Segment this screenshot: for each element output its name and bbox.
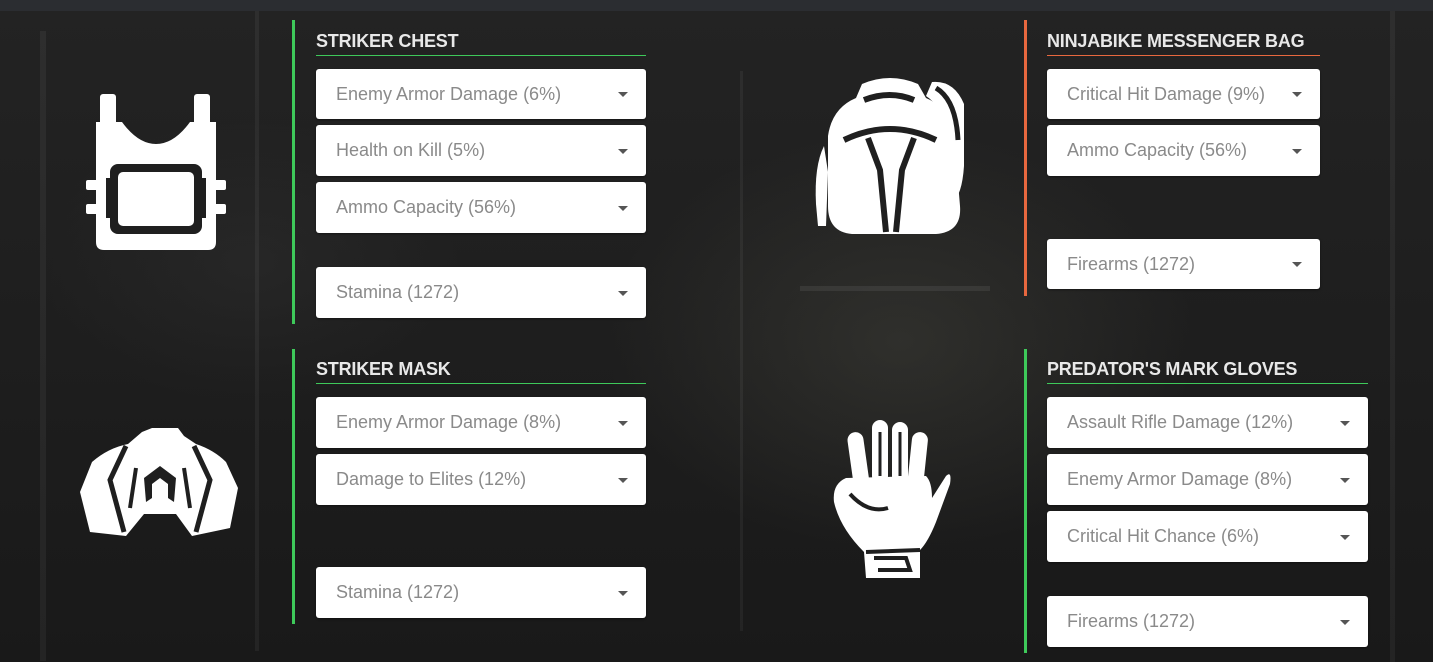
mask-slot-2-value: Damage to Elites (12%) xyxy=(336,469,527,489)
mask-slot-1-dropdown[interactable]: Enemy Armor Damage (8%) xyxy=(316,397,646,448)
chest-slot-3-dropdown[interactable]: Ammo Capacity (56%) xyxy=(316,182,646,233)
gloves-slot-2-value: Enemy Armor Damage (8%) xyxy=(1067,469,1293,489)
chevron-down-icon xyxy=(1292,92,1302,97)
mask-icon xyxy=(80,428,238,536)
chevron-down-icon xyxy=(618,205,628,211)
gloves-slot-2-dropdown[interactable]: Enemy Armor Damage (8%) xyxy=(1047,454,1368,505)
chest-title-underline xyxy=(316,55,646,56)
gloves-slot-1-value: Assault Rifle Damage (12%) xyxy=(1067,412,1294,432)
chevron-down-icon xyxy=(1292,262,1302,267)
backpack-slot-2-value: Ammo Capacity (56%) xyxy=(1067,140,1248,160)
gloves-attribute-dropdown[interactable]: Firearms (1272) xyxy=(1047,596,1368,647)
chest-accent-bar xyxy=(292,20,295,324)
mask-title-underline xyxy=(316,383,646,384)
mask-title: STRIKER MASK xyxy=(316,359,451,379)
chest-attribute-value: Stamina (1272) xyxy=(336,282,460,302)
chevron-down-icon xyxy=(618,148,628,154)
chevron-down-icon xyxy=(1340,619,1350,625)
chest-slot-3-value: Ammo Capacity (56%) xyxy=(336,197,517,217)
backpack-title-underline xyxy=(1047,55,1320,56)
mask-slot-1-value: Enemy Armor Damage (8%) xyxy=(336,412,562,432)
gloves-slot-3-dropdown[interactable]: Critical Hit Chance (6%) xyxy=(1047,511,1368,562)
chevron-down-icon xyxy=(618,590,628,596)
mask-attribute-value: Stamina (1272) xyxy=(336,582,460,602)
backpack-slot-2-dropdown[interactable]: Ammo Capacity (56%) xyxy=(1047,125,1320,176)
mask-slot-2-dropdown[interactable]: Damage to Elites (12%) xyxy=(316,454,646,505)
chest-slot-2-dropdown[interactable]: Health on Kill (5%) xyxy=(316,125,646,176)
chest-slot-1-dropdown[interactable]: Enemy Armor Damage (6%) xyxy=(316,69,646,119)
gloves-accent-bar xyxy=(1024,349,1027,653)
chevron-down-icon xyxy=(618,477,628,483)
gloves-slot-1-dropdown[interactable]: Assault Rifle Damage (12%) xyxy=(1047,397,1368,448)
chevron-down-icon xyxy=(1340,477,1350,483)
gloves-slot-3-value: Critical Hit Chance (6%) xyxy=(1067,526,1260,546)
chevron-down-icon xyxy=(1340,420,1350,426)
chest-slot-2-value: Health on Kill (5%) xyxy=(336,140,486,160)
backpack-slot-1-value: Critical Hit Damage (9%) xyxy=(1067,83,1266,104)
top-bar xyxy=(0,0,1433,11)
glove-icon xyxy=(833,420,951,578)
chest-slot-1-value: Enemy Armor Damage (6%) xyxy=(336,83,562,104)
mask-attribute-dropdown[interactable]: Stamina (1272) xyxy=(316,567,646,618)
backpack-attribute-dropdown[interactable]: Firearms (1272) xyxy=(1047,239,1320,289)
gloves-title-underline xyxy=(1047,383,1368,384)
backpack-slot-1-dropdown[interactable]: Critical Hit Damage (9%) xyxy=(1047,69,1320,119)
gloves-attribute-value: Firearms (1272) xyxy=(1067,611,1196,631)
vest-icon xyxy=(86,94,226,250)
backpack-attribute-value: Firearms (1272) xyxy=(1067,253,1196,274)
backpack-accent-bar xyxy=(1024,20,1027,296)
chevron-down-icon xyxy=(618,92,628,97)
chevron-down-icon xyxy=(1340,534,1350,540)
gloves-title: PREDATOR'S MARK GLOVES xyxy=(1047,359,1298,379)
chest-attribute-dropdown[interactable]: Stamina (1272) xyxy=(316,267,646,318)
chevron-down-icon xyxy=(618,290,628,296)
mask-accent-bar xyxy=(292,349,295,624)
chevron-down-icon xyxy=(618,420,628,426)
chevron-down-icon xyxy=(1292,148,1302,154)
chest-title: STRIKER CHEST xyxy=(316,31,459,51)
backpack-title: NINJABIKE MESSENGER BAG xyxy=(1047,31,1305,51)
backpack-icon xyxy=(815,78,964,234)
